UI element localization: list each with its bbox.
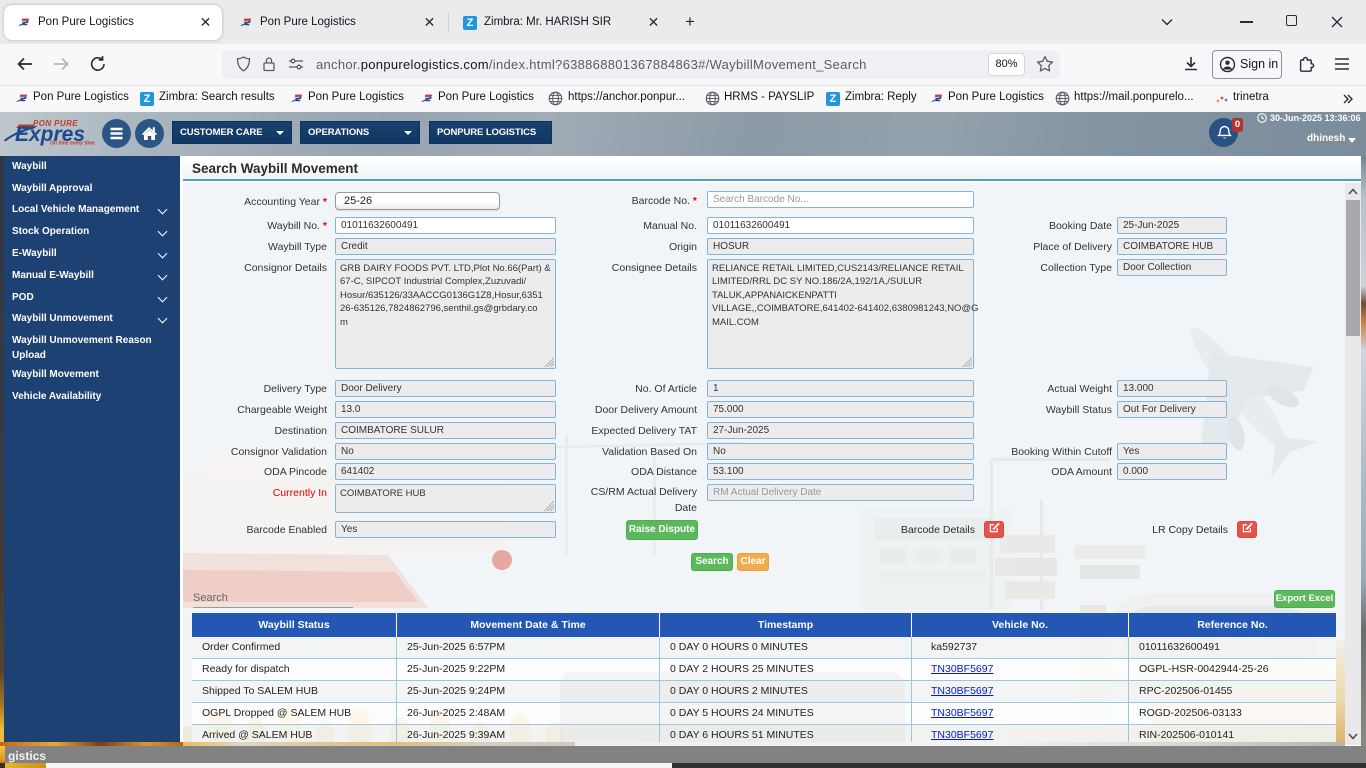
svg-text:On time every time: On time every time [50, 141, 95, 147]
